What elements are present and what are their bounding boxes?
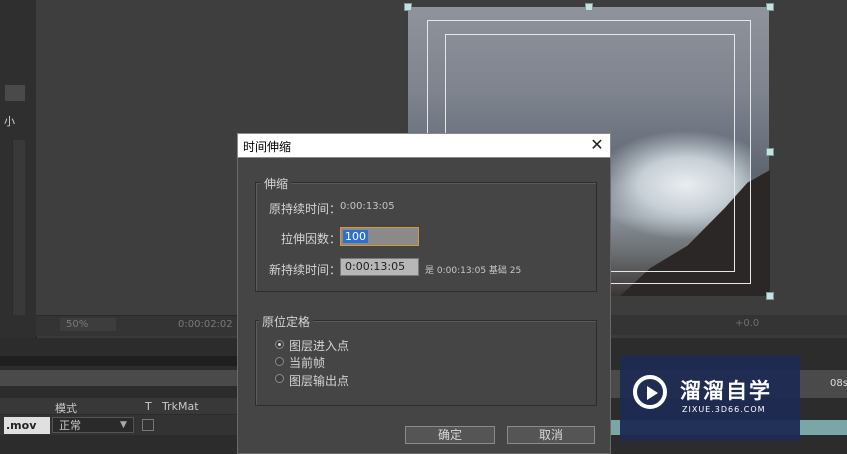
timeline-search-bar[interactable] xyxy=(0,370,237,386)
play-icon xyxy=(647,386,658,400)
layer-handle-mr[interactable] xyxy=(766,148,774,156)
radio-layer-out-point-label[interactable]: 图层输出点 xyxy=(289,372,349,389)
radio-layer-in-point[interactable] xyxy=(275,340,284,349)
trkmat-checkbox[interactable] xyxy=(142,419,154,431)
radio-layer-out-point[interactable] xyxy=(275,374,284,383)
original-duration-label: 原持续时间： xyxy=(269,202,342,216)
watermark-title: 溜溜自学 xyxy=(680,379,772,403)
ruler-label: 08s xyxy=(830,378,847,389)
panel-button[interactable] xyxy=(5,85,25,101)
dialog-title: 时间伸缩 xyxy=(243,140,292,154)
column-t-header: T xyxy=(145,400,152,413)
layer-handle-tl[interactable] xyxy=(404,3,412,11)
close-icon[interactable]: ✕ xyxy=(588,136,606,154)
timeline-band xyxy=(0,356,237,366)
layer-handle-tc[interactable] xyxy=(585,3,593,11)
dialog-titlebar[interactable] xyxy=(237,133,611,158)
cancel-button[interactable]: 取消 xyxy=(507,426,595,444)
viewer-toolbar-right xyxy=(610,315,847,335)
zoom-dropdown[interactable]: 50% xyxy=(60,318,116,331)
stretch-group-label: 伸缩 xyxy=(261,175,292,192)
radio-current-frame[interactable] xyxy=(275,357,284,366)
radio-current-frame-label[interactable]: 当前帧 xyxy=(289,354,325,371)
duration-equivalence-text: 是 0:00:13:05 基础 25 xyxy=(425,266,522,276)
new-duration-label: 新持续时间： xyxy=(269,263,342,277)
layer-handle-br[interactable] xyxy=(766,292,774,300)
ok-button[interactable]: 确定 xyxy=(405,426,495,444)
panel-scrollbar[interactable] xyxy=(12,140,25,315)
stretch-factor-label: 拉伸因数： xyxy=(281,232,342,246)
exposure-value[interactable]: +0.0 xyxy=(735,318,759,329)
current-time-field[interactable]: 0:00:02:02 xyxy=(178,318,242,331)
layer-name[interactable]: .mov xyxy=(4,417,50,434)
chevron-down-icon: ▼ xyxy=(120,420,127,430)
timeline-column-header xyxy=(0,398,237,414)
new-duration-input[interactable]: 0:00:13:05 xyxy=(340,258,419,276)
original-duration-value: 0:00:13:05 xyxy=(340,201,395,212)
radio-layer-in-point-label[interactable]: 图层进入点 xyxy=(289,337,349,354)
column-mode-header: 模式 xyxy=(55,402,77,415)
panel-size-label: 小 xyxy=(4,115,15,128)
watermark-url: ZIXUE.3D66.COM xyxy=(682,405,766,414)
layer-handle-tr[interactable] xyxy=(766,3,774,11)
stretch-factor-value[interactable]: 100 xyxy=(343,230,368,243)
column-trkmat-header: TrkMat xyxy=(162,400,199,413)
hold-group-label: 原位定格 xyxy=(259,313,314,330)
